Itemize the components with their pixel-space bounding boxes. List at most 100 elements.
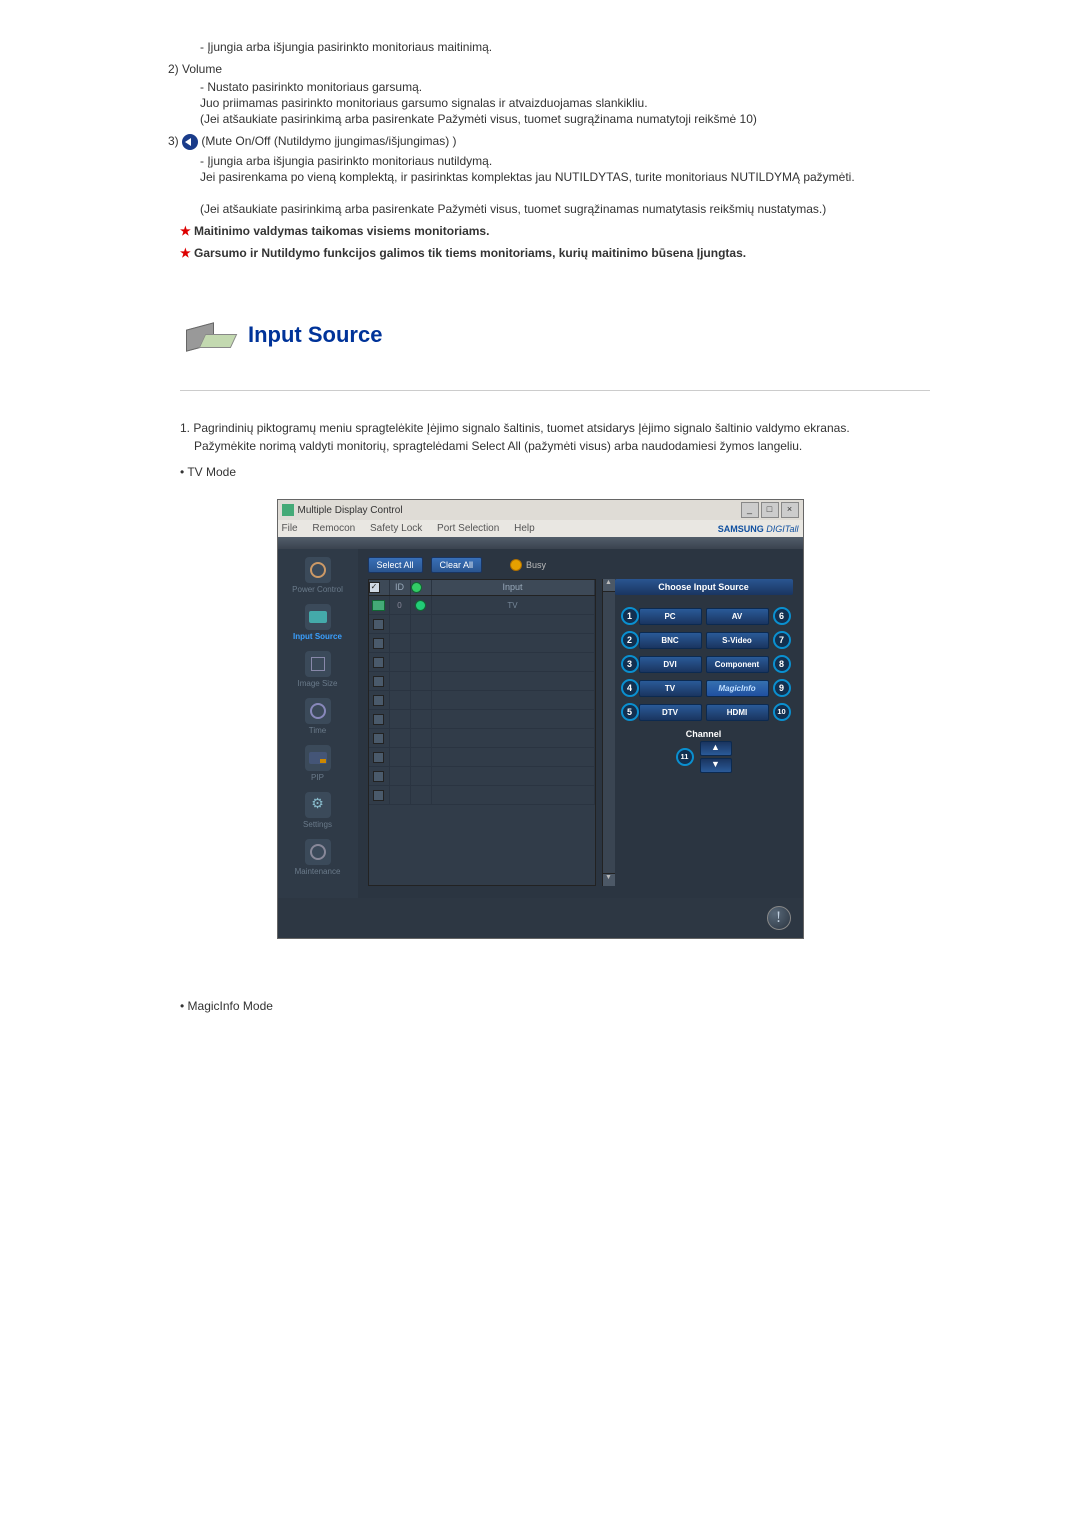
star-icon: ★ [180, 246, 194, 260]
source-svideo-button[interactable]: S-Video [706, 632, 769, 649]
main-area: Select All Clear All Busy ID Input [358, 549, 803, 898]
sidebar-label-input-source: Input Source [278, 632, 358, 641]
row-checkbox[interactable] [373, 790, 384, 801]
scroll-down-button[interactable]: ▼ [603, 873, 615, 886]
item-3-line-b: (Jei atšaukiate pasirinkimą arba pasiren… [200, 202, 930, 216]
sidebar-label-time: Time [278, 726, 358, 735]
sidebar-item-time[interactable]: Time [278, 698, 358, 735]
scroll-up-button[interactable]: ▲ [603, 579, 615, 592]
input-source-panel: Choose Input Source 1 PC AV 6 2 BNC S-Vi… [615, 579, 793, 886]
grid-row[interactable] [369, 710, 595, 729]
row-checkbox[interactable] [373, 676, 384, 687]
col-id: ID [390, 580, 411, 595]
grid-row[interactable] [369, 767, 595, 786]
item-3-prefix: 3) [168, 134, 179, 148]
item-3-dash: - Įjungia arba išjungia pasirinkto monit… [200, 154, 930, 168]
sidebar-label-settings: Settings [278, 820, 358, 829]
channel-area: Channel 11 ▲ ▼ [615, 729, 793, 779]
source-dtv-button[interactable]: DTV [639, 704, 702, 721]
item-3-mute: 3) (Mute On/Off (Nutildymo įjungimas/išj… [168, 134, 930, 150]
badge-10: 10 [773, 703, 791, 721]
star-note-1: ★Maitinimo valdymas taikomas visiems mon… [180, 224, 930, 238]
row-checkbox[interactable] [373, 657, 384, 668]
intro-dash1: - Įjungia arba išjungia pasirinkto monit… [200, 40, 930, 54]
grid-row[interactable] [369, 748, 595, 767]
source-component-button[interactable]: Component [706, 656, 769, 673]
brand-logo: SAMSUNG DIGITall [718, 524, 799, 534]
badge-7: 7 [773, 631, 791, 649]
section-divider [180, 360, 930, 391]
source-dvi-button[interactable]: DVI [639, 656, 702, 673]
grid-row-0[interactable]: 0 TV [369, 596, 595, 615]
row-checkbox[interactable] [373, 771, 384, 782]
row-checkbox[interactable] [373, 752, 384, 763]
body-area: Power Control Input Source Image Size Ti… [278, 549, 803, 898]
grid-scrollbar[interactable]: ▲ ▼ [602, 579, 615, 886]
grid-row[interactable] [369, 634, 595, 653]
row-input: TV [432, 596, 595, 614]
minimize-button[interactable]: _ [741, 502, 759, 518]
menu-file[interactable]: File [282, 523, 298, 534]
grid-row[interactable] [369, 786, 595, 805]
grid-row[interactable] [369, 672, 595, 691]
sidebar-item-pip[interactable]: PIP [278, 745, 358, 782]
maximize-button[interactable]: □ [761, 502, 779, 518]
busy-dot-icon [510, 559, 522, 571]
info-icon[interactable]: ! [767, 906, 791, 930]
star-note-2-text: Garsumo ir Nutildymo funkcijos galimos t… [194, 246, 746, 260]
channel-up-button[interactable]: ▲ [700, 741, 732, 756]
source-hdmi-button[interactable]: HDMI [706, 704, 769, 721]
sidebar-label-maintenance: Maintenance [278, 867, 358, 876]
row-icon [372, 600, 385, 611]
row-checkbox[interactable] [373, 733, 384, 744]
clear-all-button[interactable]: Clear All [431, 557, 483, 573]
header-checkbox[interactable] [369, 582, 380, 593]
menu-port-selection[interactable]: Port Selection [437, 523, 499, 534]
close-button[interactable]: × [781, 502, 799, 518]
menu-safety-lock[interactable]: Safety Lock [370, 523, 422, 534]
sidebar-item-power-control[interactable]: Power Control [278, 557, 358, 594]
badge-3: 3 [621, 655, 639, 673]
header-status-icon [411, 582, 422, 593]
grid-row[interactable] [369, 653, 595, 672]
badge-9: 9 [773, 679, 791, 697]
row-checkbox[interactable] [373, 714, 384, 725]
settings-icon [305, 792, 331, 818]
source-magicinfo-button[interactable]: MagicInfo [706, 680, 769, 697]
mute-icon [182, 134, 198, 150]
menu-remocon[interactable]: Remocon [312, 523, 355, 534]
channel-down-button[interactable]: ▼ [700, 758, 732, 773]
sidebar-item-maintenance[interactable]: Maintenance [278, 839, 358, 876]
instruction-1: 1. Pagrindinių piktogramų meniu spragtel… [180, 421, 930, 435]
item-2-volume: 2) Volume [168, 62, 930, 76]
select-all-button[interactable]: Select All [368, 557, 423, 573]
row-checkbox[interactable] [373, 638, 384, 649]
source-bnc-button[interactable]: BNC [639, 632, 702, 649]
grid-row[interactable] [369, 615, 595, 634]
item-2-line-b: (Jei atšaukiate pasirinkimą arba pasiren… [200, 112, 930, 126]
source-pc-button[interactable]: PC [639, 608, 702, 625]
sidebar-item-input-source[interactable]: Input Source [278, 604, 358, 641]
toolbar: Select All Clear All Busy [368, 557, 793, 573]
sidebar-item-image-size[interactable]: Image Size [278, 651, 358, 688]
badge-5: 5 [621, 703, 639, 721]
source-tv-button[interactable]: TV [639, 680, 702, 697]
scroll-track[interactable] [603, 592, 615, 873]
row-checkbox[interactable] [373, 695, 384, 706]
grid-row[interactable] [369, 691, 595, 710]
row-status-green [415, 600, 426, 611]
sidebar-item-settings[interactable]: Settings [278, 792, 358, 829]
source-grid: 1 PC AV 6 2 BNC S-Video 7 3 DVI Componen… [615, 595, 793, 729]
row-checkbox[interactable] [373, 619, 384, 630]
app-window: Multiple Display Control _ □ × File Remo… [277, 499, 804, 939]
menu-help[interactable]: Help [514, 523, 535, 534]
grid-row[interactable] [369, 729, 595, 748]
row-id: 0 [390, 596, 411, 614]
badge-4: 4 [621, 679, 639, 697]
app-icon [282, 504, 294, 516]
source-av-button[interactable]: AV [706, 608, 769, 625]
item-3-suffix: (Mute On/Off (Nutildymo įjungimas/išjung… [201, 134, 456, 148]
badge-8: 8 [773, 655, 791, 673]
channel-label: Channel [615, 729, 793, 739]
star-note-2: ★Garsumo ir Nutildymo funkcijos galimos … [180, 246, 930, 260]
